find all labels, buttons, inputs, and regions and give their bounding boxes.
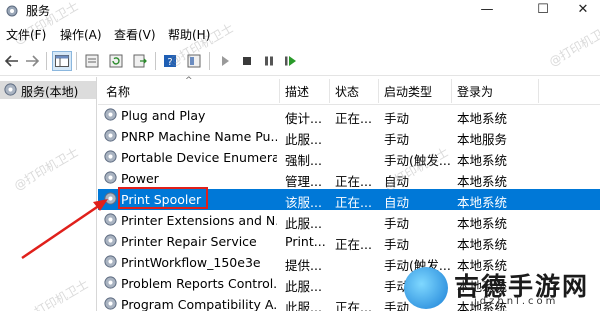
service-gear-icon xyxy=(104,255,117,268)
tree-item-local-services[interactable]: 服务(本地) xyxy=(0,81,96,99)
service-status: 正在... xyxy=(335,174,372,189)
service-name: PrintWorkflow_150e3e xyxy=(121,255,261,270)
site-logo: 吉德手游网 jdzhnl.com xyxy=(404,265,600,311)
forward-arrow-icon[interactable] xyxy=(22,51,42,71)
service-description: 强制... xyxy=(285,153,322,168)
service-row[interactable]: Plug and Play 使计... 正在... 手动 本地系统 xyxy=(98,105,600,126)
service-logon-as: 本地系统 xyxy=(457,237,508,252)
properties-icon[interactable] xyxy=(82,51,102,71)
service-description: 管理... xyxy=(285,174,322,189)
service-startup-type: 自动 xyxy=(384,195,410,210)
sort-up-icon: ^ xyxy=(185,76,193,86)
service-row[interactable]: PNRP Machine Name Pu... 此服... 手动 本地服务 xyxy=(98,126,600,147)
column-header: ^ 名称 描述 状态 启动类型 登录为 xyxy=(98,76,600,105)
pause-service-icon[interactable] xyxy=(259,51,279,71)
service-logon-as: 本地系统 xyxy=(457,153,508,168)
service-name: Portable Device Enumera... xyxy=(121,150,277,165)
service-name: Program Compatibility A... xyxy=(121,297,277,311)
maximize-button[interactable]: ☐ xyxy=(520,0,566,22)
service-description: Print... xyxy=(285,234,326,249)
console-tree-icon[interactable] xyxy=(52,51,72,71)
menu-view[interactable]: 查看(V) xyxy=(114,26,156,43)
service-gear-icon xyxy=(104,234,117,247)
export-list-icon[interactable] xyxy=(130,51,150,71)
service-status: 正在... xyxy=(335,300,372,311)
service-startup-type: 手动 xyxy=(384,111,410,126)
service-row[interactable]: Printer Repair Service Print... 正在... 手动 本地系… xyxy=(98,231,600,252)
service-description: 提供... xyxy=(285,258,322,273)
service-startup-type: 手动 xyxy=(384,216,410,231)
service-description: 此服... xyxy=(285,279,322,294)
logo-emblem-icon xyxy=(404,267,448,309)
refresh-icon[interactable] xyxy=(106,51,126,71)
logo-url: jdzhnl.com xyxy=(474,296,559,307)
service-gear-icon xyxy=(104,171,117,184)
service-status: 正在... xyxy=(335,111,372,126)
services-gear-icon xyxy=(6,5,18,17)
service-name: Plug and Play xyxy=(121,108,206,123)
service-gear-icon xyxy=(104,297,117,310)
service-description: 此服... xyxy=(285,132,322,147)
service-logon-as: 本地系统 xyxy=(457,111,508,126)
service-gear-icon xyxy=(104,213,117,226)
service-description: 该服... xyxy=(285,195,322,210)
service-logon-as: 本地系统 xyxy=(457,216,508,231)
service-name: Problem Reports Control... xyxy=(121,276,277,291)
service-description: 此服... xyxy=(285,216,322,231)
column-startup-type[interactable]: 启动类型 xyxy=(384,83,432,100)
service-gear-icon xyxy=(104,129,117,142)
service-gear-icon xyxy=(104,276,117,289)
highlight-box xyxy=(118,187,208,209)
service-startup-type: 手动 xyxy=(384,237,410,252)
service-logon-as: 本地系统 xyxy=(457,195,508,210)
column-desc[interactable]: 描述 xyxy=(285,83,309,100)
service-status: 正在... xyxy=(335,237,372,252)
service-status: 正在... xyxy=(335,195,372,210)
menu-bar: 文件(F) 操作(A) 查看(V) 帮助(H) xyxy=(0,23,600,45)
start-service-icon[interactable] xyxy=(215,51,235,71)
menu-action[interactable]: 操作(A) xyxy=(60,26,102,43)
service-name: Printer Extensions and N... xyxy=(121,213,277,228)
service-name: Power xyxy=(121,171,159,186)
back-arrow-icon[interactable] xyxy=(2,51,22,71)
column-logon-as[interactable]: 登录为 xyxy=(457,83,493,100)
service-name: Printer Repair Service xyxy=(121,234,257,249)
service-description: 使计... xyxy=(285,111,322,126)
close-button[interactable]: ✕ xyxy=(566,0,600,22)
title-bar: 服务 — ☐ ✕ xyxy=(0,0,600,22)
services-gear-icon xyxy=(4,83,17,96)
restart-service-icon[interactable] xyxy=(281,51,301,71)
toolbar: ? xyxy=(0,46,600,76)
service-logon-as: 本地系统 xyxy=(457,174,508,189)
tree-item-label: 服务(本地) xyxy=(21,85,79,99)
service-logon-as: 本地服务 xyxy=(457,132,508,147)
column-name[interactable]: 名称 xyxy=(106,83,130,100)
service-gear-icon xyxy=(104,150,117,163)
service-gear-icon xyxy=(104,192,117,205)
service-row[interactable]: Printer Extensions and N... 此服... 手动 本地系统 xyxy=(98,210,600,231)
service-row[interactable]: Power 管理... 正在... 自动 本地系统 xyxy=(98,168,600,189)
service-name: PNRP Machine Name Pu... xyxy=(121,129,277,144)
service-gear-icon xyxy=(104,108,117,121)
column-status[interactable]: 状态 xyxy=(335,83,359,100)
service-description: 此服... xyxy=(285,300,322,311)
minimize-button[interactable]: — xyxy=(464,0,510,22)
stop-service-icon[interactable] xyxy=(237,51,257,71)
service-row[interactable]: Portable Device Enumera... 强制... 手动(触发... 本… xyxy=(98,147,600,168)
